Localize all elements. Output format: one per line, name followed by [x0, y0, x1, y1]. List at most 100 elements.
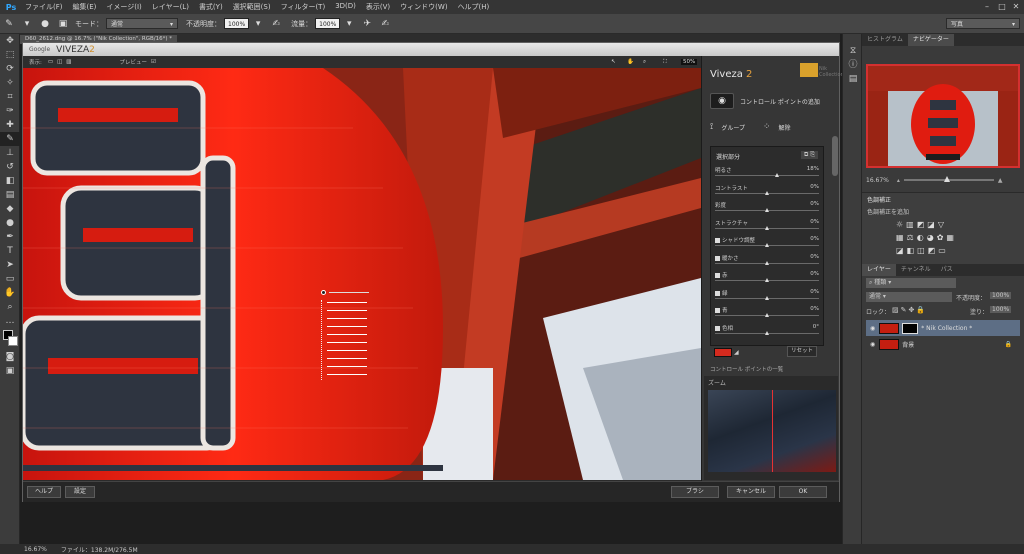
- panel-tab[interactable]: パス: [936, 264, 958, 276]
- single-view-icon[interactable]: ▭: [48, 59, 53, 65]
- flow-input[interactable]: 100%: [315, 18, 341, 29]
- zoom-out-icon[interactable]: ▴: [897, 177, 900, 184]
- color-picker-icon[interactable]: ◢: [734, 349, 739, 356]
- panel-scrollbar[interactable]: [832, 136, 838, 176]
- pointer-tool-icon[interactable]: ↖: [611, 59, 616, 65]
- quick-mask-icon[interactable]: ◙: [0, 350, 20, 364]
- color-swatches[interactable]: [0, 328, 20, 350]
- move-tool-icon[interactable]: ✥: [0, 34, 20, 48]
- slider-checkbox[interactable]: [715, 308, 720, 313]
- close-icon[interactable]: ✕: [1009, 1, 1023, 12]
- eraser-tool-icon[interactable]: ◧: [0, 174, 20, 188]
- brush-size-icon[interactable]: ●: [38, 17, 52, 31]
- layer-mask-thumbnail[interactable]: [902, 322, 919, 334]
- minimize-icon[interactable]: –: [980, 1, 994, 12]
- slider-thumb[interactable]: [765, 225, 769, 230]
- hand-icon[interactable]: ✋: [627, 59, 634, 65]
- fit-icon[interactable]: ⛶: [663, 59, 667, 66]
- slider-row[interactable]: 彩度 0%: [715, 200, 819, 217]
- slider-thumb[interactable]: [765, 190, 769, 195]
- panel-tab[interactable]: ナビゲーター: [907, 34, 954, 46]
- panel-tab[interactable]: レイヤー: [862, 264, 896, 276]
- slider-row[interactable]: 明るさ 18%: [715, 165, 819, 182]
- zoom-icon[interactable]: ⌕: [643, 59, 646, 66]
- color-swatch[interactable]: [714, 348, 732, 357]
- flow-dropdown-icon[interactable]: ▾: [342, 17, 356, 31]
- zoom-tool-icon[interactable]: ⌕: [0, 300, 20, 314]
- menu-item[interactable]: イメージ(I): [101, 2, 146, 12]
- slider-row[interactable]: 赤 0%: [715, 270, 819, 287]
- menu-item[interactable]: 3D(D): [330, 2, 361, 12]
- slider-thumb[interactable]: [765, 260, 769, 265]
- group-label[interactable]: グループ: [721, 123, 745, 132]
- gradient-tool-icon[interactable]: ▤: [0, 188, 20, 202]
- blend-mode-select[interactable]: 通常 ▾: [866, 292, 952, 302]
- airbrush-icon[interactable]: ✈: [360, 17, 374, 31]
- slider-checkbox[interactable]: [715, 273, 720, 278]
- layer-opacity-value[interactable]: 100%: [990, 292, 1012, 299]
- cancel-button[interactable]: キャンセル: [727, 486, 775, 498]
- menu-item[interactable]: ヘルプ(H): [453, 2, 495, 12]
- fill-value[interactable]: 100%: [990, 306, 1012, 313]
- slider-thumb[interactable]: [765, 295, 769, 300]
- help-button[interactable]: ヘルプ: [27, 486, 61, 498]
- slider-track[interactable]: [715, 175, 819, 176]
- pen-tool-icon[interactable]: ✒: [0, 230, 20, 244]
- slider-thumb[interactable]: [765, 243, 769, 247]
- adjustment-icons-row-2[interactable]: ▦⚖◐◕✿▦: [896, 233, 957, 242]
- lasso-tool-icon[interactable]: ⟳: [0, 62, 20, 76]
- slider-checkbox[interactable]: [715, 290, 720, 296]
- layer-row[interactable]: ◉ 背景 🔒: [866, 336, 1020, 352]
- slider-row[interactable]: 暖かさ 0%: [715, 253, 819, 270]
- reset-button[interactable]: リセット: [787, 346, 817, 357]
- marquee-tool-icon[interactable]: ⬚: [0, 48, 20, 62]
- preview-checkbox[interactable]: ☑: [151, 59, 156, 65]
- menu-item[interactable]: ウィンドウ(W): [395, 2, 452, 12]
- quick-select-tool-icon[interactable]: ✧: [0, 76, 20, 90]
- screen-mode-icon[interactable]: ▣: [0, 364, 20, 378]
- slider-thumb[interactable]: [765, 330, 769, 335]
- clone-stamp-tool-icon[interactable]: ⊥: [0, 146, 20, 160]
- brush-preset-icon[interactable]: ▾: [20, 17, 34, 31]
- menu-item[interactable]: ファイル(F): [20, 2, 68, 12]
- dodge-tool-icon[interactable]: ●: [0, 216, 20, 230]
- adjustment-icons-row-1[interactable]: ☼▥◩◪▽: [896, 220, 947, 229]
- lock-icons[interactable]: ▨✎✥🔒: [892, 306, 927, 314]
- ok-button[interactable]: OK: [779, 486, 827, 498]
- navigator-thumbnail[interactable]: [866, 64, 1020, 168]
- control-point[interactable]: [321, 290, 371, 382]
- menu-item[interactable]: 書式(Y): [194, 2, 228, 12]
- brush-panel-icon[interactable]: ▣: [56, 17, 70, 31]
- slider-thumb[interactable]: [775, 173, 780, 177]
- copy-paste-icon[interactable]: ⧉ ⎘: [801, 151, 818, 159]
- history-brush-tool-icon[interactable]: ↺: [0, 160, 20, 174]
- ungroup-icon[interactable]: ⁘: [763, 122, 771, 132]
- path-select-tool-icon[interactable]: ➤: [0, 258, 20, 272]
- pressure-size-icon[interactable]: ✍: [378, 17, 392, 31]
- visibility-eye-icon[interactable]: ◉: [870, 341, 875, 348]
- properties-panel-icon[interactable]: ▤: [843, 72, 863, 86]
- hand-tool-icon[interactable]: ✋: [0, 286, 20, 300]
- ungroup-label[interactable]: 解除: [779, 123, 791, 132]
- menu-item[interactable]: フィルター(T): [276, 2, 331, 12]
- navigator-zoom-value[interactable]: 16.67%: [866, 177, 889, 184]
- opacity-input[interactable]: 100%: [224, 18, 250, 29]
- split-view-icon[interactable]: ◫: [57, 59, 62, 65]
- menu-item[interactable]: 編集(E): [68, 2, 102, 12]
- panel-tab[interactable]: チャンネル: [896, 264, 936, 276]
- slider-thumb[interactable]: [765, 278, 769, 282]
- adjustment-icons-row-3[interactable]: ◪◧◫◩▭: [896, 246, 949, 255]
- workspace-select[interactable]: 写真 ▾: [946, 18, 1020, 29]
- info-panel-icon[interactable]: ⓘ: [843, 58, 863, 72]
- settings-button[interactable]: 設定: [65, 486, 95, 498]
- extra-tools-icon[interactable]: …: [0, 314, 20, 328]
- navigator-zoom-slider[interactable]: [903, 176, 994, 182]
- brush-button[interactable]: ブラシ: [671, 486, 719, 498]
- add-control-point-row[interactable]: ◉ コントロール ポイントの追加: [710, 92, 820, 110]
- visibility-eye-icon[interactable]: ◉: [870, 325, 875, 332]
- blur-tool-icon[interactable]: ◆: [0, 202, 20, 216]
- slider-thumb[interactable]: [765, 208, 769, 212]
- type-tool-icon[interactable]: T: [0, 244, 20, 258]
- slider-row[interactable]: コントラスト 0%: [715, 183, 819, 200]
- layer-row[interactable]: ◉ * Nik Collection *: [866, 320, 1020, 336]
